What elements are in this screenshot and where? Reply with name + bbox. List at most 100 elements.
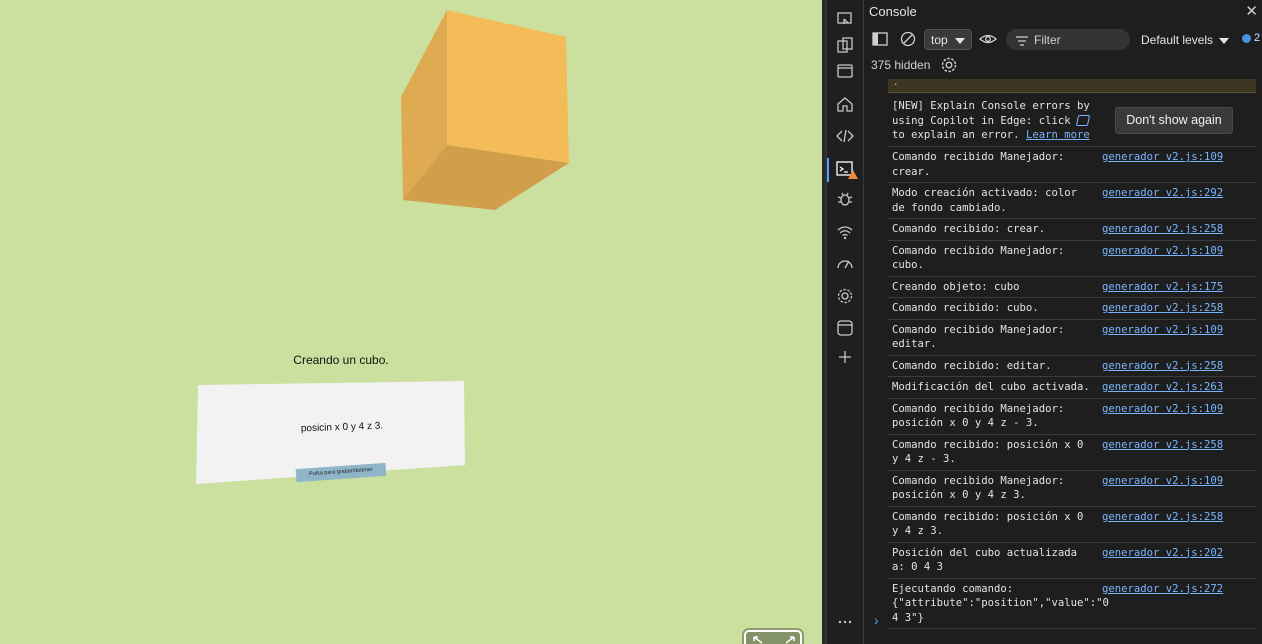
- chevron-down-icon: [955, 38, 965, 44]
- warning-fragment: .: [894, 74, 898, 88]
- filter-input[interactable]: Filter: [1006, 29, 1130, 50]
- copilot-icon: [1075, 114, 1091, 126]
- console-message: Comando recibido Manejador: cubo. generad…: [888, 241, 1256, 277]
- source-link[interactable]: generador v2.js:258: [1102, 510, 1223, 525]
- live-expression-eye-icon[interactable]: [979, 31, 997, 52]
- message-text: Modificación del cubo activada.: [892, 381, 1090, 393]
- cube-3d: [196, 10, 569, 484]
- log-levels-dropdown[interactable]: Default levels: [1141, 33, 1230, 47]
- message-text: Comando recibido Manejador: cubo.: [892, 244, 1065, 272]
- aframe-scene[interactable]: Creando un cubo. posicin x 0 y 4 z 3. Pu…: [0, 0, 822, 644]
- console-prompt[interactable]: ›: [874, 612, 879, 628]
- message-text: Comando recibido Manejador: editar.: [892, 323, 1065, 351]
- application-icon[interactable]: [836, 319, 856, 339]
- message-text: Modo creación activado: color de fondo c…: [892, 187, 1077, 214]
- console-message: Comando recibido: cubo. generador v2.js:2…: [888, 298, 1256, 320]
- more-tools-icon[interactable]: [836, 612, 856, 632]
- console-toolbar: top Filter Default levels 2: [864, 26, 1262, 53]
- hidden-messages-row: 375 hidden: [864, 55, 1262, 77]
- source-link[interactable]: generador v2.js:175: [1102, 280, 1223, 295]
- performance-icon[interactable]: [836, 255, 856, 275]
- copilot-line-2: using Copilot in Edge: click: [892, 114, 1071, 127]
- source-link[interactable]: generador v2.js:109: [1102, 323, 1223, 338]
- copilot-tip: [NEW] Explain Console errors by using Co…: [888, 96, 1256, 147]
- console-header: Console ✕: [864, 0, 1262, 24]
- issues-counter[interactable]: 2: [1242, 32, 1260, 44]
- copilot-tip-text: [NEW] Explain Console errors by using Co…: [892, 99, 1104, 143]
- message-text: Comando recibido: cubo.: [892, 302, 1039, 314]
- enter-vr-button[interactable]: [744, 630, 802, 644]
- console-message: Modificación del cubo activada. generador…: [888, 377, 1256, 399]
- elements-code-icon[interactable]: [836, 127, 856, 147]
- message-text: Comando recibido Manejador: posición x 0…: [892, 474, 1065, 502]
- source-link[interactable]: generador v2.js:109: [1102, 150, 1223, 165]
- chevron-down-icon: [1219, 37, 1230, 44]
- console-message: Ejecutando comando: {"attribute":"positi…: [888, 579, 1256, 629]
- device-emulation-icon[interactable]: [836, 10, 856, 30]
- active-tool-indicator: [827, 158, 829, 182]
- source-link[interactable]: generador v2.js:292: [1102, 186, 1223, 201]
- console-message: Posición del cubo actualizada a: 0 4 3 ge…: [888, 543, 1256, 579]
- source-link[interactable]: generador v2.js:109: [1102, 244, 1223, 259]
- console-panel: Console ✕ top Filter Default levels 2 37…: [864, 0, 1262, 644]
- issues-icon: [1242, 33, 1251, 43]
- message-text: Comando recibido: posición x 0 y 4 z 3.: [892, 510, 1084, 538]
- message-text: Comando recibido: crear.: [892, 223, 1046, 235]
- message-text: Comando recibido: editar.: [892, 359, 1052, 372]
- console-icon[interactable]: [836, 160, 858, 180]
- message-text: Ejecutando comando: {"attribute":"positi…: [892, 582, 1109, 624]
- console-message: Comando recibido Manejador: crear. genera…: [888, 147, 1256, 183]
- learn-more-link[interactable]: Learn more: [1026, 129, 1090, 141]
- console-message: Comando recibido Manejador: posición x 0…: [888, 399, 1256, 435]
- context-value: top: [931, 33, 948, 47]
- context-select[interactable]: top: [924, 29, 972, 50]
- cube-front-face: [447, 10, 569, 163]
- filter-icon: [1016, 35, 1028, 49]
- console-settings-gear-icon[interactable]: [940, 56, 958, 77]
- source-link[interactable]: generador v2.js:258: [1102, 359, 1223, 374]
- browser-icon[interactable]: [836, 62, 856, 82]
- filter-placeholder: Filter: [1034, 33, 1061, 47]
- welcome-home-icon[interactable]: [836, 95, 856, 115]
- console-messages: [NEW] Explain Console errors by using Co…: [888, 96, 1256, 629]
- add-tool-icon[interactable]: [836, 348, 856, 368]
- source-link[interactable]: generador v2.js:258: [1102, 301, 1223, 316]
- close-icon[interactable]: ✕: [1245, 2, 1258, 20]
- source-link[interactable]: generador v2.js:258: [1102, 222, 1223, 237]
- source-link[interactable]: generador v2.js:202: [1102, 546, 1223, 561]
- devtools-activity-bar: [827, 0, 864, 644]
- status-caption: Creando un cubo.: [293, 353, 389, 367]
- console-message: Comando recibido: posición x 0 y 4 z 3. g…: [888, 507, 1256, 543]
- clear-console-icon[interactable]: [900, 31, 916, 52]
- inspect-icon[interactable]: [836, 36, 856, 56]
- settings-gear-icon[interactable]: [836, 287, 856, 307]
- warning-message-tail: .: [888, 74, 1256, 93]
- network-wifi-icon[interactable]: [836, 223, 856, 243]
- hidden-count: 375 hidden: [871, 58, 931, 72]
- sidebar-toggle-icon[interactable]: [872, 31, 888, 52]
- console-message: Comando recibido Manejador: editar. gener…: [888, 320, 1256, 356]
- source-link[interactable]: generador v2.js:109: [1102, 474, 1223, 489]
- dont-show-again-button[interactable]: Don't show again: [1115, 107, 1233, 134]
- message-text: Creando objeto: cubo: [892, 280, 1020, 293]
- enter-vr-icon: [753, 636, 795, 644]
- console-message: Comando recibido: posición x 0 y 4 z - 3…: [888, 435, 1256, 471]
- message-text: Comando recibido Manejador: crear.: [892, 151, 1065, 178]
- source-link[interactable]: generador v2.js:109: [1102, 402, 1223, 417]
- source-link[interactable]: generador v2.js:272: [1102, 582, 1223, 597]
- sources-bug-icon[interactable]: [836, 190, 856, 210]
- copilot-line-1: [NEW] Explain Console errors by: [892, 100, 1090, 112]
- console-title: Console: [869, 4, 917, 19]
- console-message: Comando recibido: crear. generador v2.js:…: [888, 219, 1256, 241]
- warning-badge-icon: [848, 170, 858, 179]
- log-levels-label: Default levels: [1141, 33, 1214, 47]
- source-link[interactable]: generador v2.js:263: [1102, 380, 1223, 395]
- console-message: Modo creación activado: color de fondo c…: [888, 183, 1256, 219]
- issues-count: 2: [1254, 32, 1261, 44]
- message-text: Posición del cubo actualizada a: 0 4 3: [892, 546, 1077, 574]
- console-message: Comando recibido Manejador: posición x 0…: [888, 471, 1256, 507]
- console-message: Creando objeto: cubo generador v2.js:175: [888, 277, 1256, 298]
- message-text: Comando recibido Manejador: posición x 0…: [892, 402, 1065, 430]
- copilot-line-3: to explain an error.: [892, 129, 1020, 141]
- source-link[interactable]: generador v2.js:258: [1102, 438, 1223, 453]
